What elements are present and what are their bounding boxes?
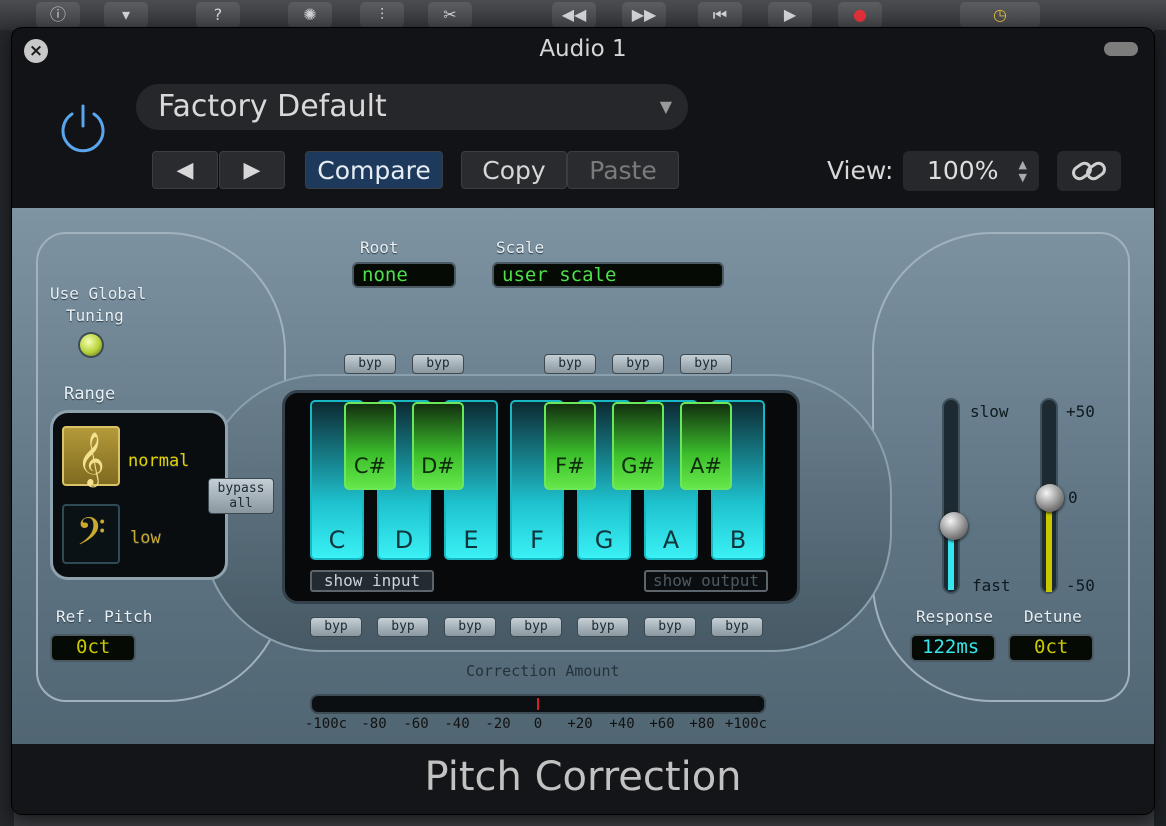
detune-mid-label: 0 — [1068, 488, 1078, 507]
correction-tick: +40 — [609, 716, 635, 732]
key-fsharp[interactable]: F# — [544, 402, 596, 490]
response-fast-label: fast — [972, 576, 1011, 595]
smart-controls-icon[interactable]: ✺ — [288, 2, 332, 28]
correction-tick: +20 — [567, 716, 593, 732]
toolbar-toggle-button[interactable] — [1104, 42, 1138, 56]
chevron-down-icon: ▼ — [659, 97, 672, 116]
record-icon[interactable]: ● — [838, 2, 882, 28]
show-input-button[interactable]: show input — [310, 570, 434, 592]
paste-button[interactable]: Paste — [567, 151, 679, 189]
key-dsharp[interactable]: D# — [412, 402, 464, 490]
power-icon[interactable] — [56, 102, 110, 156]
key-gsharp[interactable]: G# — [612, 402, 664, 490]
ref-pitch-display[interactable]: 0ct — [50, 634, 136, 662]
treble-clef-button[interactable]: 𝄞 — [62, 426, 120, 486]
play-icon[interactable]: ▶ — [768, 2, 812, 28]
detune-slider-fill — [1046, 498, 1052, 592]
plugin-window: × Audio 1 Factory Default ▼ ◀ ▶ Compare … — [12, 28, 1154, 814]
right-rim — [872, 232, 1130, 702]
window-title: Audio 1 — [539, 36, 627, 62]
response-label: Response — [916, 607, 994, 626]
bypass-e-button[interactable]: byp — [444, 617, 496, 637]
library-icon[interactable]: ▾ — [104, 2, 148, 28]
host-right-edge — [1154, 30, 1166, 826]
help-icon[interactable]: ? — [196, 2, 240, 28]
rewind-icon[interactable]: ◀◀ — [552, 2, 596, 28]
bypass-gsharp-button[interactable]: byp — [612, 354, 664, 374]
root-label: Root — [360, 238, 399, 257]
response-display[interactable]: 122ms — [910, 634, 996, 662]
bypass-csharp-button[interactable]: byp — [344, 354, 396, 374]
tuning-label: Tuning — [66, 306, 124, 325]
preset-menu[interactable]: Factory Default ▼ — [136, 84, 688, 130]
correction-tick: -40 — [444, 716, 470, 732]
link-button[interactable] — [1057, 151, 1121, 191]
correction-tick: -60 — [403, 716, 429, 732]
root-display[interactable]: none — [352, 262, 456, 288]
scale-label: Scale — [496, 238, 545, 257]
copy-button[interactable]: Copy — [461, 151, 567, 189]
ref-pitch-label: Ref. Pitch — [56, 607, 153, 626]
key-csharp[interactable]: C# — [344, 402, 396, 490]
detune-top-label: +50 — [1066, 402, 1095, 421]
mixer-icon[interactable]: ⫶ — [360, 2, 404, 28]
title-bar: × Audio 1 — [12, 28, 1154, 72]
correction-scale: -100c -80 -60 -40 -20 0 +20 +40 +60 +80 … — [304, 716, 776, 738]
compare-button[interactable]: Compare — [305, 151, 443, 189]
use-global-tuning-led[interactable] — [80, 334, 102, 356]
scale-display[interactable]: user scale — [492, 262, 724, 288]
bypass-asharp-button[interactable]: byp — [680, 354, 732, 374]
bypass-c-button[interactable]: byp — [310, 617, 362, 637]
to-start-icon[interactable]: ⏮ — [698, 2, 742, 28]
bass-clef-button[interactable]: 𝄢 — [62, 504, 120, 564]
key-asharp[interactable]: A# — [680, 402, 732, 490]
correction-zero-marker — [537, 698, 539, 710]
correction-tick: 0 — [533, 716, 543, 732]
link-icon — [1072, 161, 1106, 181]
response-slider[interactable] — [942, 398, 960, 594]
preset-name: Factory Default — [158, 89, 387, 124]
correction-tick: -100c — [304, 716, 348, 732]
plugin-name: Pitch Correction — [424, 754, 742, 800]
bypass-g-button[interactable]: byp — [577, 617, 629, 637]
correction-tick: +60 — [649, 716, 675, 732]
clock-icon[interactable]: ◷ — [960, 2, 1040, 28]
correction-tick: +80 — [689, 716, 715, 732]
bypass-a-button[interactable]: byp — [644, 617, 696, 637]
correction-amount-meter — [310, 694, 766, 714]
response-slow-label: slow — [970, 402, 1009, 421]
bypass-fsharp-button[interactable]: byp — [544, 354, 596, 374]
detune-slider-knob[interactable] — [1036, 484, 1064, 512]
detune-display[interactable]: 0ct — [1008, 634, 1094, 662]
host-toolbar: ⓘ ▾ ? ✺ ⫶ ✂ ◀◀ ▶▶ ⏮ ▶ ● ◷ — [0, 0, 1166, 30]
bypass-f-button[interactable]: byp — [510, 617, 562, 637]
view-label: View: — [827, 156, 894, 185]
show-output-button[interactable]: show output — [644, 570, 768, 592]
range-low-label[interactable]: low — [130, 528, 161, 548]
bypass-d-button[interactable]: byp — [377, 617, 429, 637]
bypass-all-button[interactable]: bypass all — [208, 478, 274, 514]
range-label: Range — [64, 384, 116, 404]
bypass-all-label-1: bypass — [217, 481, 265, 496]
correction-tick: -80 — [361, 716, 387, 732]
correction-amount-label: Correction Amount — [466, 662, 620, 680]
next-preset-button[interactable]: ▶ — [219, 151, 285, 189]
view-zoom-value: 100% — [927, 156, 999, 185]
correction-tick: +100c — [724, 716, 768, 732]
use-global-label: Use Global — [50, 284, 147, 303]
info-icon[interactable]: ⓘ — [36, 2, 80, 28]
forward-icon[interactable]: ▶▶ — [622, 2, 666, 28]
detune-label: Detune — [1024, 607, 1082, 626]
editors-icon[interactable]: ✂ — [428, 2, 472, 28]
range-normal-label[interactable]: normal — [128, 451, 189, 471]
bypass-all-label-2: all — [229, 496, 253, 511]
bypass-dsharp-button[interactable]: byp — [412, 354, 464, 374]
stepper-arrows-icon: ▲ ▼ — [1018, 158, 1027, 184]
detune-bottom-label: -50 — [1066, 576, 1095, 595]
bypass-b-button[interactable]: byp — [711, 617, 763, 637]
previous-preset-button[interactable]: ◀ — [152, 151, 218, 189]
response-slider-knob[interactable] — [940, 512, 968, 540]
correction-tick: -20 — [485, 716, 511, 732]
view-zoom-stepper[interactable]: 100% ▲ ▼ — [903, 151, 1039, 191]
